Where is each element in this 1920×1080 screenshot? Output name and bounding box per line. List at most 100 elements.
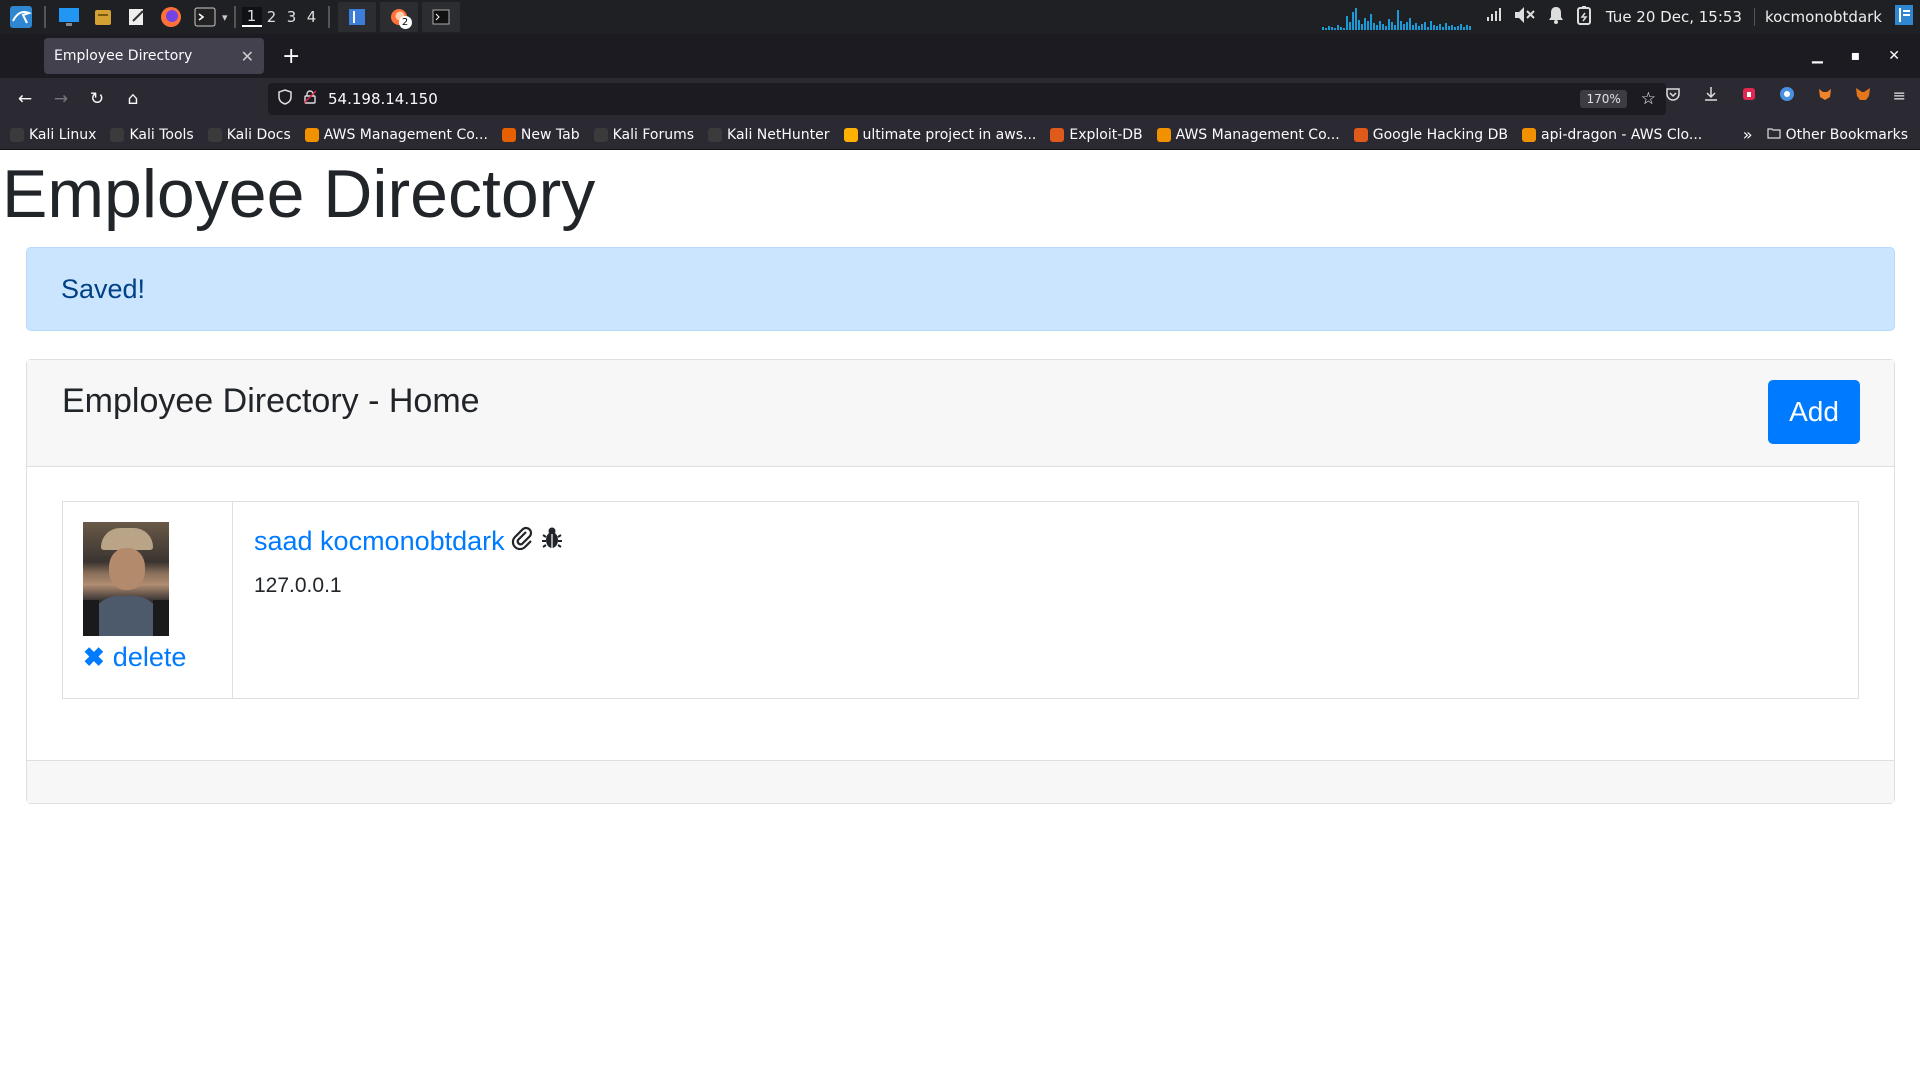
bookmark-favicon-icon bbox=[1156, 127, 1171, 142]
workspace-1[interactable]: 1 bbox=[241, 7, 262, 27]
bookmark-item[interactable]: api-dragon - AWS Clo... bbox=[1521, 127, 1702, 143]
bookmark-item[interactable]: Kali Docs bbox=[207, 126, 291, 143]
window-button-terminal[interactable] bbox=[421, 2, 460, 32]
new-tab-icon[interactable]: + bbox=[282, 44, 300, 69]
bookmarks-bar: Kali Linux Kali Tools Kali Docs AWS Managem… bbox=[0, 120, 1920, 150]
bookmark-item[interactable]: Google Hacking DB bbox=[1353, 127, 1508, 143]
user-name[interactable]: kocmonobtdark bbox=[1753, 8, 1882, 26]
paperclip-icon bbox=[511, 526, 533, 555]
notification-bell-icon[interactable] bbox=[1548, 6, 1564, 28]
bookmark-label: New Tab bbox=[520, 126, 580, 143]
shield-icon[interactable] bbox=[278, 89, 292, 109]
page-title: Employee Directory bbox=[2, 156, 596, 232]
employee-row: ✖ delete saad kocmonobtdark 127.0.0.1 bbox=[62, 501, 1859, 699]
forward-icon[interactable]: → bbox=[46, 89, 76, 109]
metamask-icon[interactable] bbox=[1855, 86, 1871, 106]
browser-nav-bar: ← → ↻ ⌂ 54.198.14.150 170% ☆ ≡ bbox=[0, 78, 1920, 120]
folder-icon bbox=[1766, 127, 1781, 143]
text-editor-icon[interactable] bbox=[123, 3, 151, 31]
bookmark-favicon-icon bbox=[304, 127, 319, 142]
extension-red-icon[interactable] bbox=[1741, 86, 1757, 106]
workspace-4[interactable]: 4 bbox=[302, 8, 322, 26]
network-icon[interactable] bbox=[1486, 8, 1502, 26]
workspace-3[interactable]: 3 bbox=[282, 8, 302, 26]
close-window-icon[interactable]: ✕ bbox=[1888, 48, 1900, 64]
delete-label: delete bbox=[112, 642, 187, 672]
bookmark-item[interactable]: AWS Management Co... bbox=[1156, 126, 1340, 143]
firefox-icon[interactable] bbox=[157, 3, 185, 31]
bookmark-label: Kali Forums bbox=[612, 126, 695, 143]
zoom-level[interactable]: 170% bbox=[1580, 90, 1627, 108]
workspace-2[interactable]: 2 bbox=[262, 8, 282, 26]
taskbar-separator bbox=[44, 6, 46, 28]
bookmark-item[interactable]: Exploit-DB bbox=[1050, 127, 1143, 143]
bookmark-label: Kali Linux bbox=[29, 126, 97, 143]
volume-muted-icon[interactable] bbox=[1514, 6, 1536, 28]
browser-tab[interactable]: Employee Directory ✕ bbox=[44, 38, 264, 74]
bookmark-favicon-icon bbox=[501, 127, 516, 142]
terminal-icon[interactable] bbox=[191, 3, 219, 31]
bookmark-favicon-icon bbox=[207, 127, 222, 142]
pocket-icon[interactable] bbox=[1665, 86, 1681, 106]
bookmark-label: ultimate project in aws... bbox=[862, 126, 1037, 143]
success-alert: Saved! bbox=[26, 247, 1895, 331]
bookmark-favicon-icon bbox=[843, 127, 858, 142]
bookmark-item[interactable]: ultimate project in aws... bbox=[843, 126, 1037, 143]
bookmark-favicon-icon bbox=[1353, 127, 1368, 142]
directory-card: Employee Directory - Home Add ✖ delete s… bbox=[26, 359, 1895, 804]
bookmark-star-icon[interactable]: ☆ bbox=[1641, 89, 1656, 109]
browser-tab-bar: Employee Directory ✕ + ▁ ▪ ✕ bbox=[0, 34, 1920, 78]
employee-info-cell: saad kocmonobtdark 127.0.0.1 bbox=[233, 502, 1858, 698]
bookmark-label: Kali Docs bbox=[226, 126, 291, 143]
url-bar[interactable]: 54.198.14.150 170% ☆ bbox=[268, 83, 1666, 115]
lock-icon[interactable] bbox=[303, 90, 317, 108]
chevron-down-icon[interactable]: ▾ bbox=[222, 11, 228, 24]
home-icon[interactable]: ⌂ bbox=[118, 89, 148, 109]
window-button-firefox[interactable]: 2 bbox=[379, 2, 418, 32]
bookmark-label: AWS Management Co... bbox=[323, 126, 488, 143]
delete-link[interactable]: ✖ delete bbox=[83, 642, 186, 673]
reload-icon[interactable]: ↻ bbox=[82, 89, 112, 109]
bookmark-label: Kali Tools bbox=[129, 126, 194, 143]
tab-close-icon[interactable]: ✕ bbox=[241, 47, 254, 66]
bookmark-item[interactable]: Kali Tools bbox=[110, 126, 194, 143]
url-text[interactable]: 54.198.14.150 bbox=[328, 90, 1580, 108]
taskbar-separator bbox=[327, 6, 330, 28]
employee-photo-cell: ✖ delete bbox=[63, 502, 233, 698]
bookmark-label: Kali NetHunter bbox=[727, 126, 830, 143]
alert-text: Saved! bbox=[61, 273, 146, 304]
window-button-app[interactable] bbox=[337, 2, 376, 32]
hamburger-menu-icon[interactable]: ≡ bbox=[1893, 86, 1906, 106]
clock[interactable]: Tue 20 Dec, 15:53 bbox=[1606, 8, 1742, 26]
add-button[interactable]: Add bbox=[1768, 380, 1860, 444]
bookmark-item[interactable]: AWS Management Co... bbox=[304, 126, 488, 143]
bookmarks-overflow-icon[interactable]: » bbox=[1743, 125, 1753, 144]
panel-menu-icon[interactable] bbox=[1894, 4, 1914, 30]
bookmark-item[interactable]: Kali Linux bbox=[10, 127, 96, 143]
bookmark-item[interactable]: Kali NetHunter bbox=[708, 126, 830, 143]
bookmark-item[interactable]: Kali Forums bbox=[593, 126, 695, 143]
bookmark-favicon-icon bbox=[10, 127, 24, 142]
power-manager-icon[interactable] bbox=[1576, 5, 1594, 29]
kali-menu-icon[interactable] bbox=[7, 3, 35, 31]
bookmark-item[interactable]: New Tab bbox=[501, 126, 580, 143]
maximize-icon[interactable]: ▪ bbox=[1851, 48, 1861, 64]
minimize-icon[interactable]: ▁ bbox=[1812, 48, 1823, 64]
employee-badges bbox=[511, 526, 563, 555]
employee-name-link[interactable]: saad kocmonobtdark bbox=[254, 526, 505, 557]
card-footer bbox=[27, 760, 1894, 803]
close-icon: ✖ bbox=[83, 642, 105, 672]
other-bookmarks[interactable]: Other Bookmarks bbox=[1766, 127, 1908, 143]
bookmark-favicon-icon bbox=[1050, 127, 1065, 142]
system-taskbar: ▾ 1 2 3 4 2 Tue 20 Dec, 15:53 kocmonobtd… bbox=[0, 0, 1920, 34]
downloads-icon[interactable] bbox=[1703, 86, 1719, 106]
extension-fox-icon[interactable] bbox=[1817, 86, 1833, 106]
bookmark-favicon-icon bbox=[708, 127, 723, 142]
desktop-icon[interactable] bbox=[55, 3, 83, 31]
bookmark-label: AWS Management Co... bbox=[1175, 126, 1340, 143]
back-icon[interactable]: ← bbox=[10, 89, 40, 109]
extension-blue-icon[interactable] bbox=[1779, 86, 1795, 106]
bookmark-favicon-icon bbox=[593, 127, 608, 142]
taskbar-separator bbox=[233, 6, 236, 28]
file-manager-icon[interactable] bbox=[89, 3, 117, 31]
